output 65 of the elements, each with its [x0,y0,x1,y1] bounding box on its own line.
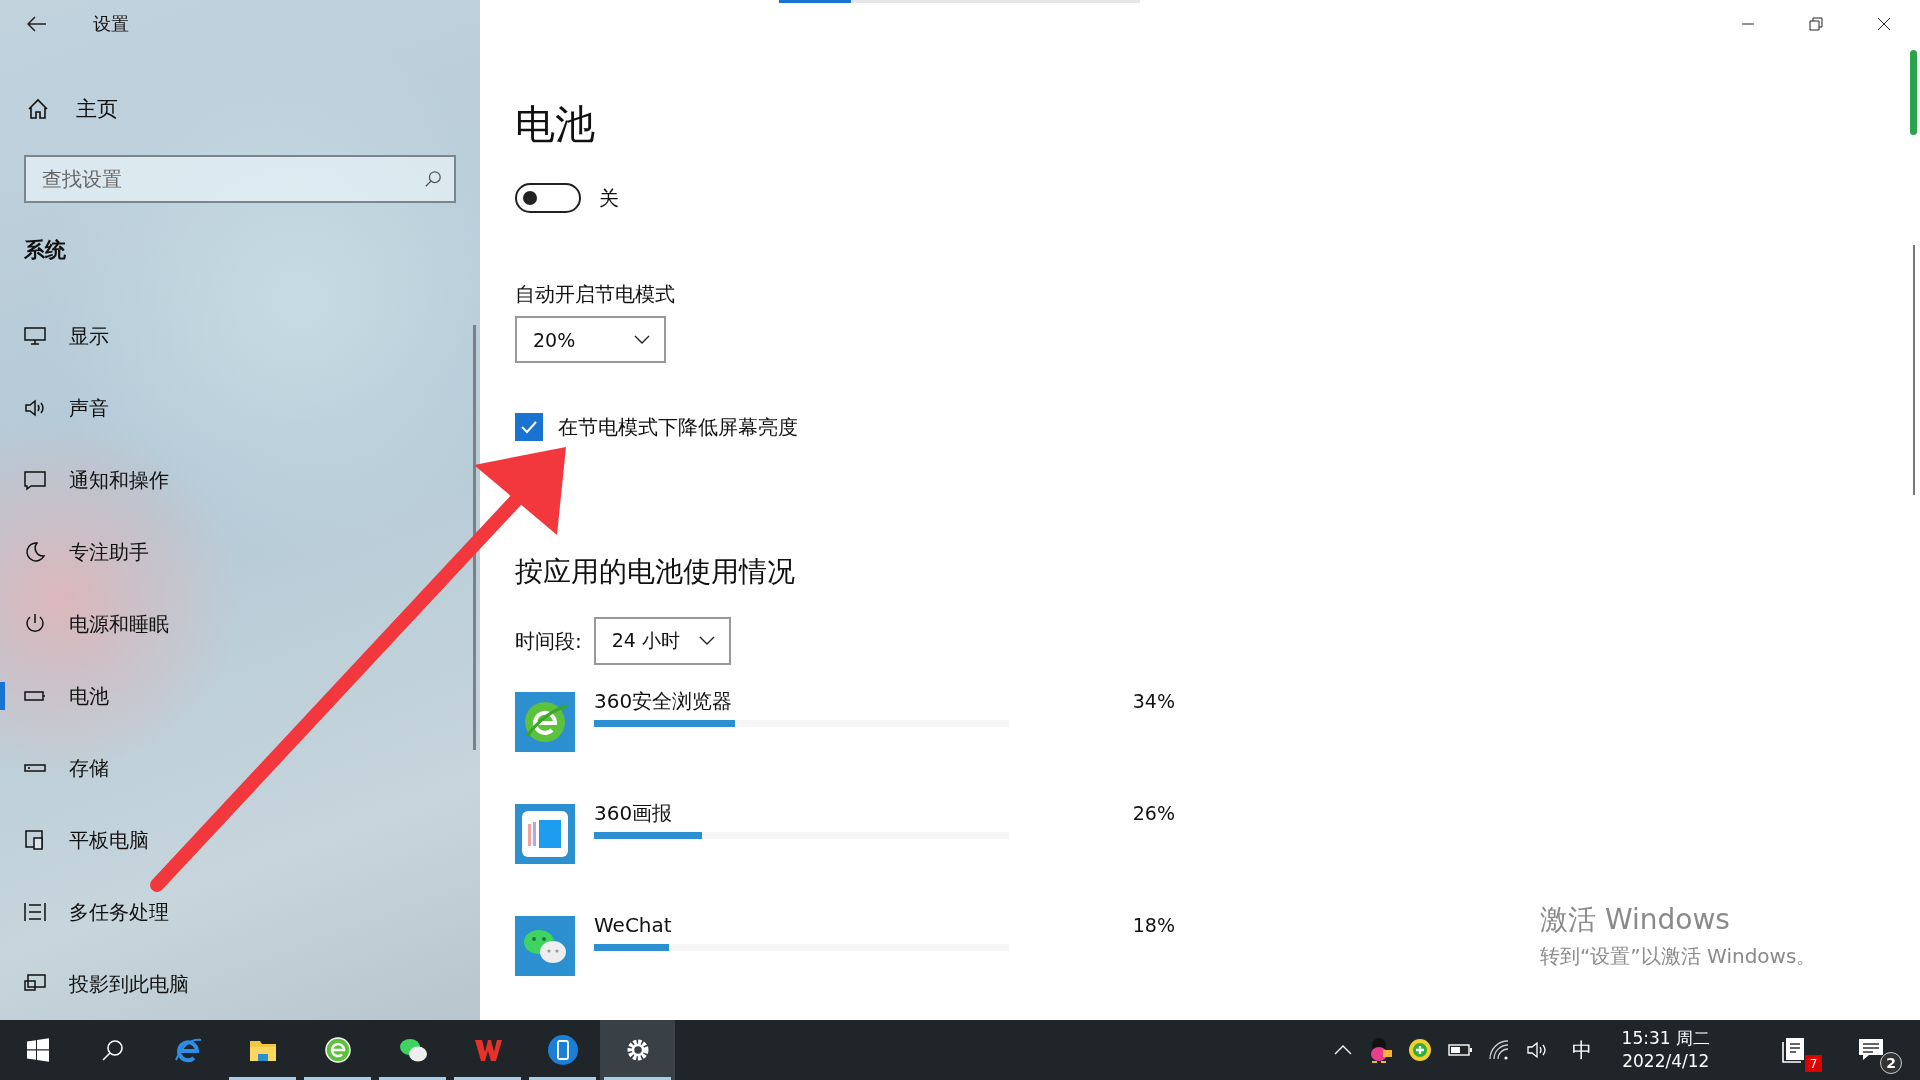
moon-icon [23,540,47,564]
phone-icon [546,1034,579,1066]
activation-title: 激活 Windows [1540,903,1731,937]
wifi-icon[interactable] [1487,1039,1510,1061]
search-icon [100,1038,125,1062]
toggle-switch[interactable] [515,183,581,213]
dropdown[interactable]: 20% [515,316,666,363]
app-name: WeChat [594,912,672,938]
battery-icon[interactable] [1447,1043,1472,1057]
message-icon[interactable] [1858,1038,1884,1062]
windows-icon [25,1038,50,1062]
search-field[interactable]: 查找设置 [24,155,456,203]
usage-percent: 34% [1132,689,1175,714]
window-title: 设置 [93,11,129,36]
home-link[interactable]: 主页 [27,87,118,131]
nav-item[interactable]: 通知和操作 [0,444,480,516]
search-icon [424,170,442,188]
chevron-icon [698,636,715,646]
restore-icon[interactable] [1809,17,1823,31]
nav-item[interactable]: 投影到此电脑 [0,948,480,1020]
notes-icon[interactable] [1782,1037,1806,1063]
checkbox[interactable] [515,413,543,441]
nav-item[interactable]: 存储 [0,732,480,804]
input-method[interactable]: 中 [1571,1036,1592,1064]
page-title: 电池 [515,100,595,148]
app-icon [515,804,575,864]
selection-indicator [0,682,5,710]
field-label: 时间段: [515,627,582,655]
section-heading: 按应用的电池使用情况 [515,554,795,590]
usage-percent: 26% [1132,801,1175,826]
nav-item[interactable]: 电池 [0,660,480,732]
nav-item[interactable]: 专注助手 [0,516,480,588]
activation-hint: 转到“设置”以激活 Windows。 [1540,943,1817,969]
nav-item[interactable]: 电源和睡眠 [0,588,480,660]
field-label: 自动开启节电模式 [515,281,675,308]
shield-icon[interactable] [1407,1038,1432,1062]
notification-badge: 7 [1805,1055,1822,1072]
chevron-icon[interactable] [1333,1045,1352,1055]
app-name: 360画报 [594,800,673,826]
multitask-icon [23,900,47,924]
home-icon [27,98,49,121]
browser-icon [515,692,575,752]
usage-percent: 18% [1132,913,1175,938]
scrollbar[interactable] [473,325,476,750]
nav-item[interactable]: 显示 [0,300,480,372]
toggle-label: 关 [599,184,619,212]
dropdown[interactable]: 24 小时 [593,617,731,665]
chevron-icon [634,334,650,345]
monitor-icon [23,324,47,348]
back-icon[interactable] [27,15,47,32]
nav-item[interactable]: 声音 [0,372,480,444]
clock-date: 2022/4/12 [1622,1050,1710,1073]
app-name: 360安全浏览器 [594,688,733,714]
clock[interactable]: 15:31 周二 2022/4/12 [1621,1027,1710,1073]
chat-icon [515,916,575,976]
close-icon[interactable] [1877,17,1891,31]
section-heading: 系统 [24,237,66,264]
message-icon [23,468,47,492]
taskbar-app[interactable] [600,1020,675,1080]
scrollbar[interactable] [1913,245,1915,495]
clock-time: 15:31 周二 [1621,1027,1710,1050]
nav-item[interactable]: 平板电脑 [0,804,480,876]
nav-item[interactable]: 多任务处理 [0,876,480,948]
notification-badge: 2 [1880,1052,1902,1074]
checkbox-label: 在节电模式下降低屏幕亮度 [558,413,798,441]
